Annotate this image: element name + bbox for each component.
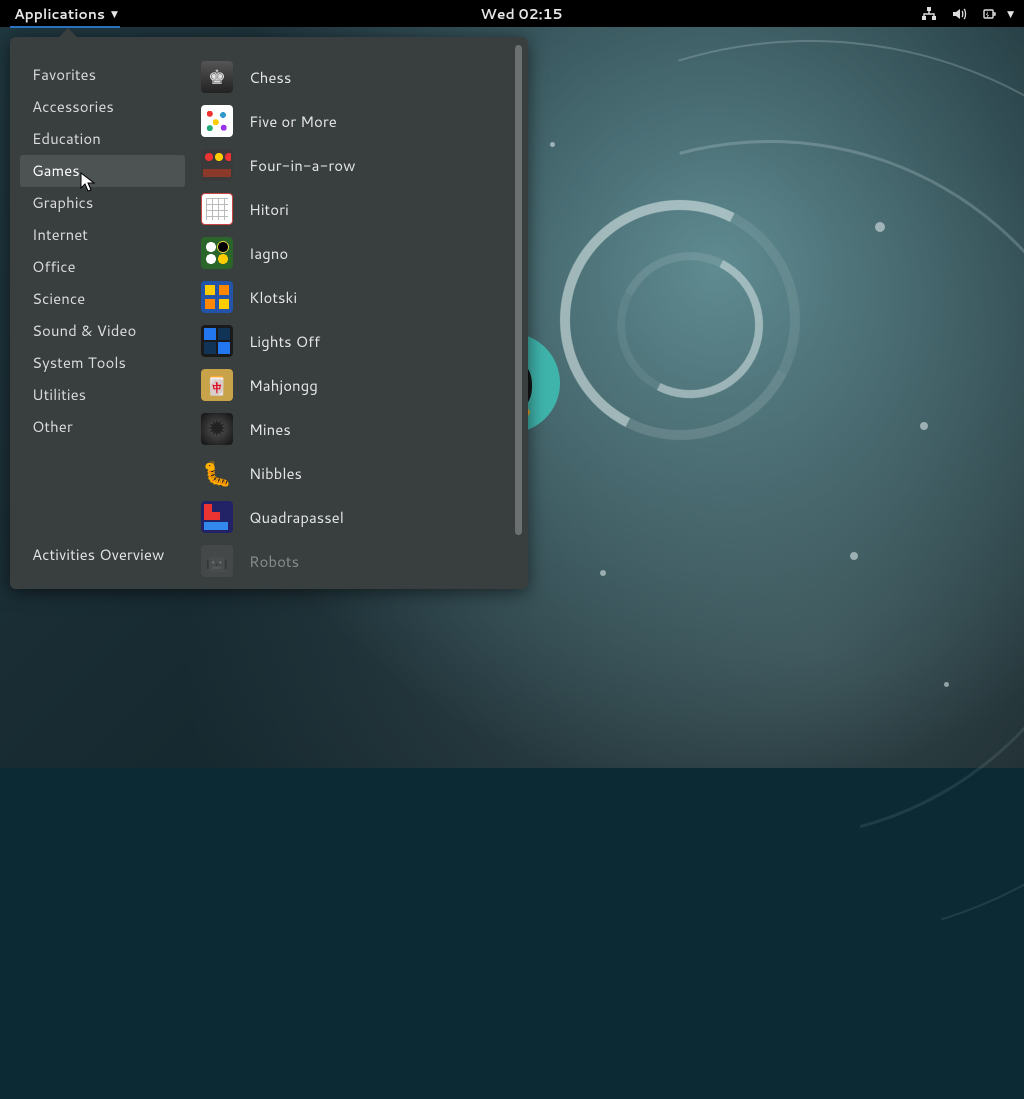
app-launcher[interactable]: Lights Off — [195, 319, 520, 363]
app-label: Mahjongg — [249, 375, 318, 396]
app-launcher[interactable]: Iagno — [195, 231, 520, 275]
triangle-down-icon: ▼ — [111, 7, 118, 20]
category-label: Graphics — [32, 192, 93, 213]
category-label: Internet — [32, 224, 88, 245]
applications-button[interactable]: Applications ▼ — [10, 0, 122, 27]
lights-icon — [201, 325, 233, 357]
category-label: Science — [32, 288, 85, 309]
klotski-icon — [201, 281, 233, 313]
triangle-down-icon[interactable]: ▼ — [1007, 7, 1014, 20]
category-item[interactable]: System Tools — [20, 347, 185, 379]
app-launcher[interactable]: Hitori — [195, 187, 520, 231]
iagno-icon — [201, 237, 233, 269]
category-item[interactable]: Other — [20, 411, 185, 443]
hitori-icon — [201, 193, 233, 225]
power-icon[interactable] — [981, 6, 997, 22]
category-item[interactable]: Accessories — [20, 91, 185, 123]
category-item[interactable]: Internet — [20, 219, 185, 251]
category-label: Accessories — [32, 96, 114, 117]
category-label: Other — [32, 416, 73, 437]
application-list-pane: Chess Five or More Four-in-a-row Hitori Iagn… — [195, 37, 528, 589]
category-label: System Tools — [32, 352, 126, 373]
category-label: Favorites — [32, 64, 96, 85]
robots-icon — [201, 545, 233, 577]
menu-arrow — [58, 28, 78, 38]
category-item[interactable]: Science — [20, 283, 185, 315]
activities-overview-link[interactable]: Activities Overview — [20, 536, 185, 573]
app-label: Lights Off — [249, 331, 320, 352]
applications-menu: Favorites Accessories Education Games Graphi… — [10, 37, 528, 589]
network-icon[interactable] — [921, 6, 937, 22]
applications-label: Applications — [14, 4, 105, 24]
category-label: Games — [32, 160, 80, 181]
app-label: Quadrapassel — [249, 507, 344, 528]
app-launcher[interactable]: Four-in-a-row — [195, 143, 520, 187]
app-launcher[interactable]: Chess — [195, 55, 520, 99]
category-label: Office — [32, 256, 76, 277]
app-launcher[interactable]: Klotski — [195, 275, 520, 319]
five-icon — [201, 105, 233, 137]
app-launcher[interactable]: Quadrapassel — [195, 495, 520, 539]
quadra-icon — [201, 501, 233, 533]
app-launcher[interactable]: Mahjongg — [195, 363, 520, 407]
mahjongg-icon — [201, 369, 233, 401]
category-label: Education — [32, 128, 101, 149]
panel-clock[interactable]: Wed 02:15 — [480, 4, 562, 24]
app-label: Iagno — [249, 243, 288, 264]
app-label: Five or More — [249, 111, 337, 132]
app-label: Chess — [249, 67, 291, 88]
category-label: Utilities — [32, 384, 86, 405]
app-label: Klotski — [249, 287, 297, 308]
activities-overview-label: Activities Overview — [32, 544, 164, 565]
app-launcher[interactable]: Mines — [195, 407, 520, 451]
category-item[interactable]: Office — [20, 251, 185, 283]
scrollbar[interactable] — [515, 45, 522, 535]
app-launcher[interactable]: Five or More — [195, 99, 520, 143]
app-label: Hitori — [249, 199, 289, 220]
category-item[interactable]: Education — [20, 123, 185, 155]
category-label: Sound & Video — [32, 320, 136, 341]
top-panel: Applications ▼ Wed 02:15 ▼ — [0, 0, 1024, 27]
four-icon — [201, 149, 233, 181]
category-item[interactable]: Games — [20, 155, 185, 187]
category-list: Favorites Accessories Education Games Graphi… — [10, 37, 195, 589]
app-label: Mines — [249, 419, 291, 440]
volume-icon[interactable] — [951, 6, 967, 22]
category-item[interactable]: Sound & Video — [20, 315, 185, 347]
app-launcher[interactable]: Nibbles — [195, 451, 520, 495]
app-launcher[interactable]: Robots — [195, 539, 520, 583]
chess-icon — [201, 61, 233, 93]
mines-icon — [201, 413, 233, 445]
category-item[interactable]: Favorites — [20, 59, 185, 91]
system-tray[interactable]: ▼ — [921, 6, 1014, 22]
app-label: Four-in-a-row — [249, 155, 355, 176]
category-item[interactable]: Utilities — [20, 379, 185, 411]
app-label: Nibbles — [249, 463, 302, 484]
nibbles-icon — [201, 457, 233, 489]
category-item[interactable]: Graphics — [20, 187, 185, 219]
app-label: Robots — [249, 551, 299, 572]
